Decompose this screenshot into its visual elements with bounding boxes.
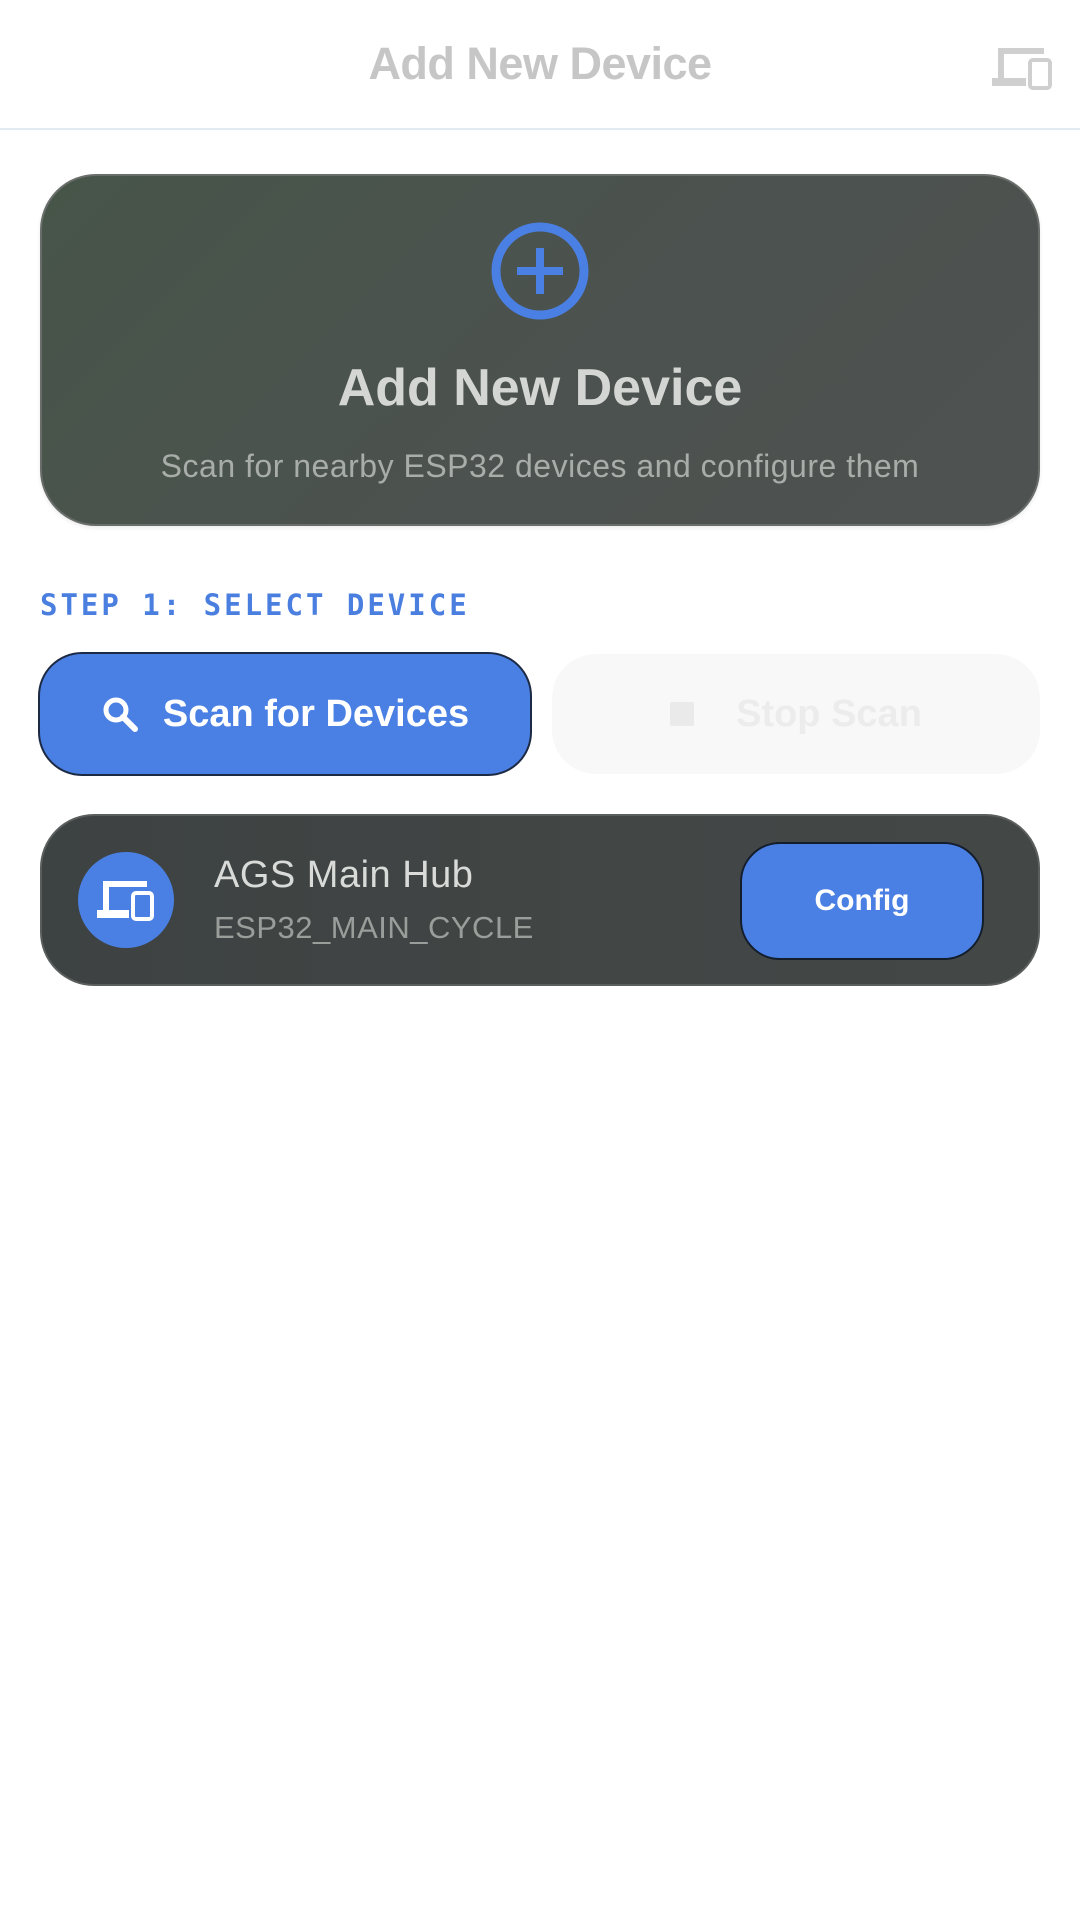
- scan-button-label: Scan for Devices: [162, 692, 470, 735]
- devices-icon: [97, 881, 154, 921]
- add-circle-icon: [491, 222, 589, 320]
- hero-subtitle: Scan for nearby ESP32 devices and config…: [160, 448, 920, 484]
- device-name: AGS Main Hub: [214, 854, 474, 896]
- devices-icon[interactable]: [992, 44, 1052, 90]
- step-label: STEP 1: SELECT DEVICE: [40, 588, 470, 622]
- page-title: Add New Device: [368, 38, 712, 89]
- stop-icon: [670, 702, 695, 726]
- search-icon: [103, 697, 138, 732]
- app-header: Add New Device: [0, 0, 1080, 130]
- device-id: ESP32_MAIN_CYCLE: [214, 910, 534, 945]
- device-avatar: [78, 852, 174, 948]
- add-device-hero-card: Add New Device Scan for nearby ESP32 dev…: [40, 174, 1040, 526]
- config-button[interactable]: Config: [740, 842, 984, 960]
- stop-scan-button[interactable]: Stop Scan: [552, 654, 1040, 774]
- scan-for-devices-button[interactable]: Scan for Devices: [38, 652, 532, 776]
- hero-title: Add New Device: [337, 359, 743, 417]
- stop-button-label: Stop Scan: [736, 692, 922, 735]
- app-root: Add New Device Add New Device Scan for n…: [0, 0, 1080, 1920]
- device-list-item[interactable]: AGS Main Hub ESP32_MAIN_CYCLE Config: [40, 814, 1040, 986]
